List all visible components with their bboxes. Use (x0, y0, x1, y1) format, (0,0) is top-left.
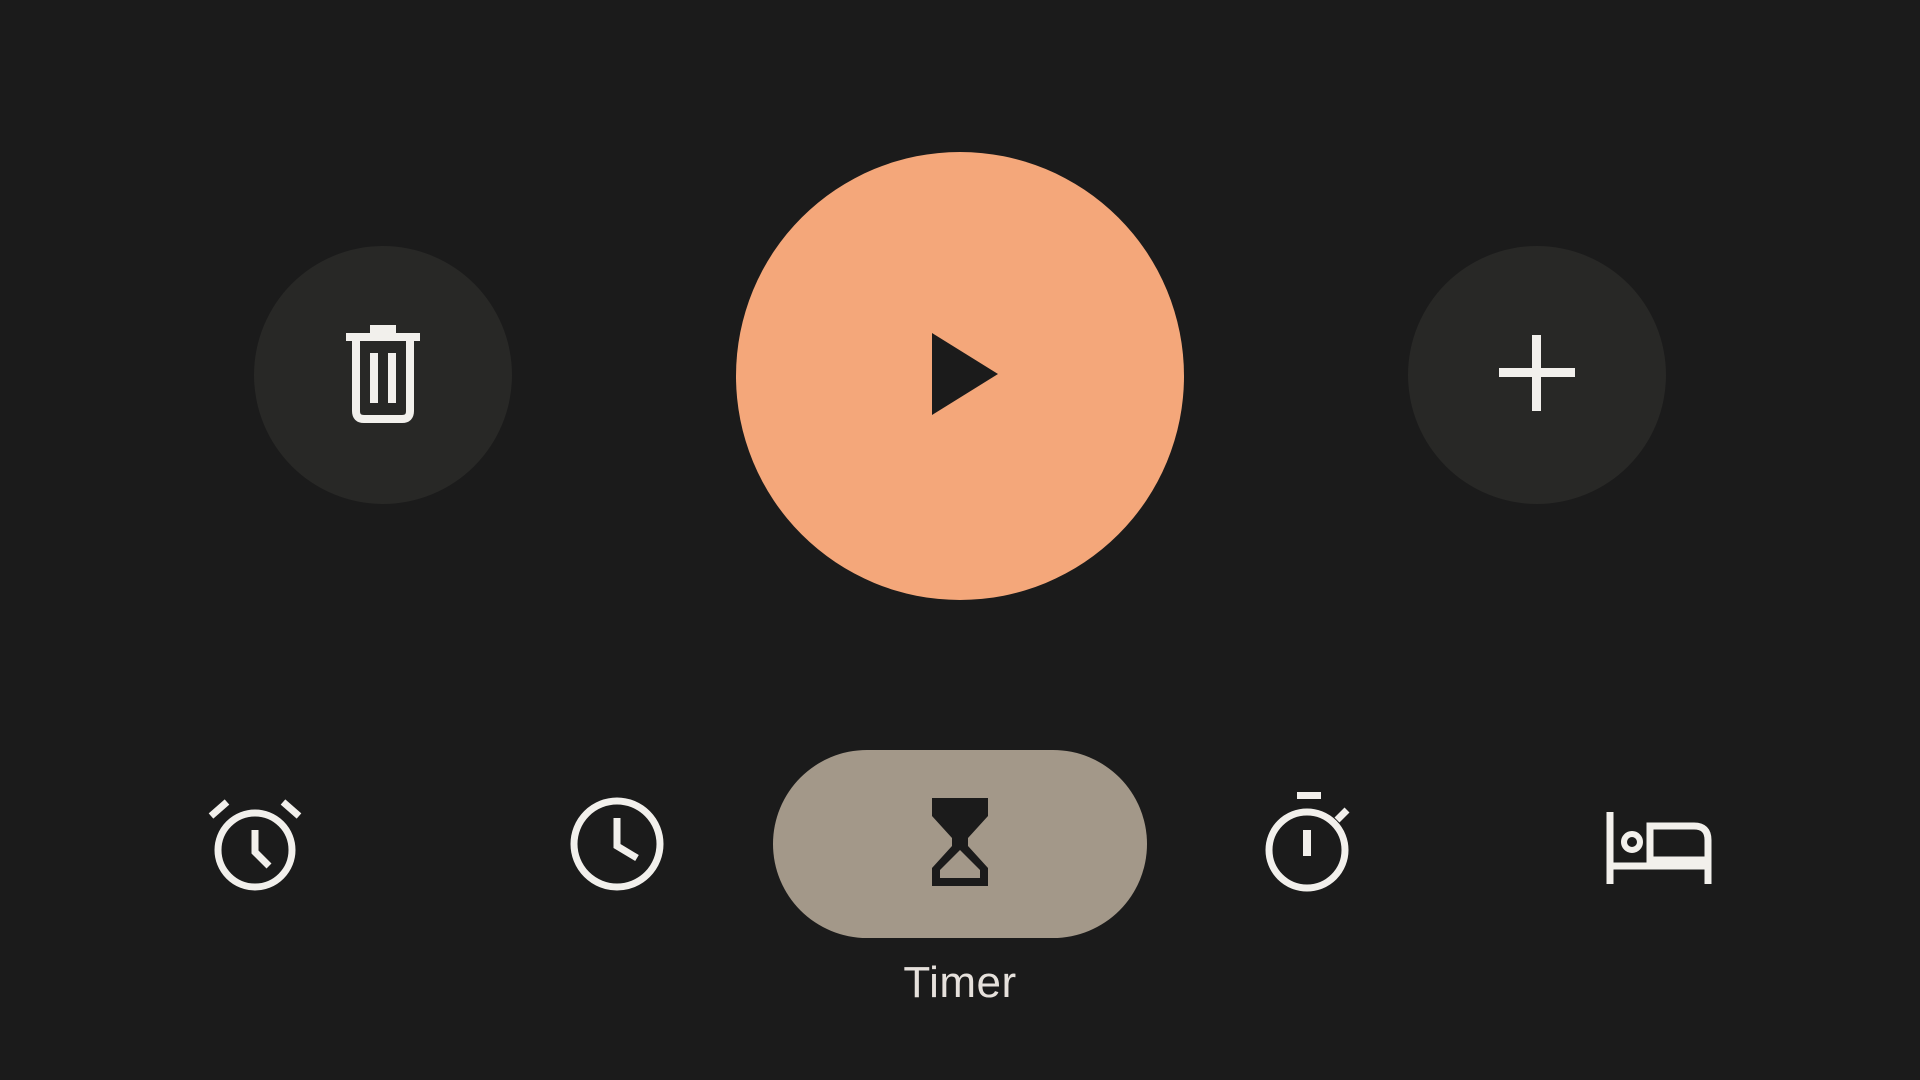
alarm-icon (205, 796, 305, 897)
trash-icon (338, 323, 428, 428)
clock-icon (567, 794, 667, 899)
hourglass-icon (928, 794, 992, 895)
nav-alarm[interactable] (194, 790, 316, 902)
delete-button[interactable] (254, 246, 512, 504)
start-timer-button[interactable] (736, 152, 1184, 600)
play-icon (930, 331, 1000, 422)
stopwatch-icon (1259, 790, 1359, 899)
add-timer-button[interactable] (1408, 246, 1666, 504)
nav-timer[interactable] (773, 750, 1147, 938)
nav-stopwatch[interactable] (1248, 786, 1370, 902)
plus-icon (1497, 333, 1577, 418)
nav-timer-label: Timer (903, 958, 1017, 1007)
bed-icon (1604, 810, 1714, 891)
nav-bedtime[interactable] (1598, 800, 1720, 900)
nav-clock[interactable] (556, 790, 678, 902)
